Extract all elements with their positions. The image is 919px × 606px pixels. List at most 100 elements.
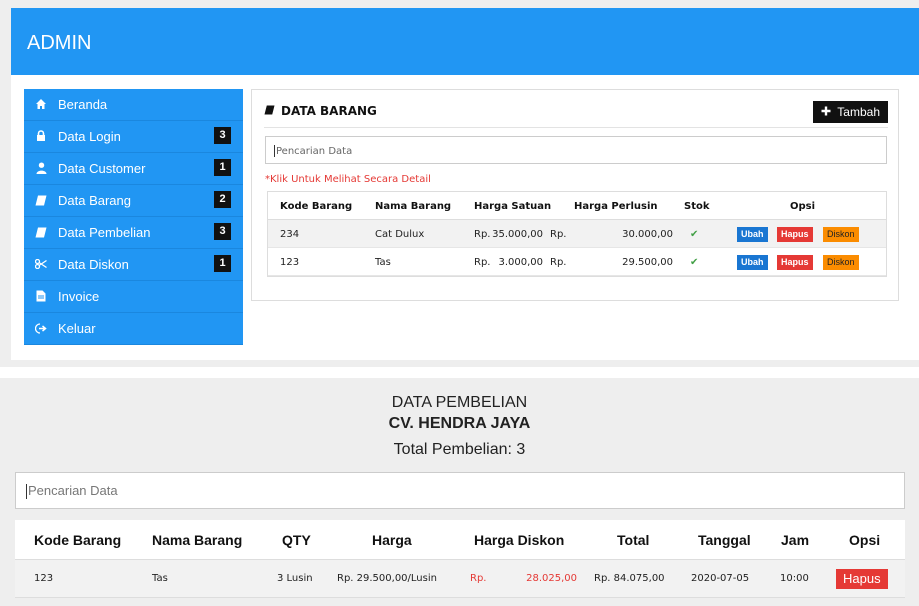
search-input[interactable]: Pencarian Data bbox=[265, 136, 887, 164]
table-header: Kode Barang Nama Barang QTY Harga Harga … bbox=[15, 520, 905, 560]
divider bbox=[264, 127, 888, 128]
add-button-label: Tambah bbox=[837, 105, 880, 119]
sidebar-item-invoice[interactable]: Invoice bbox=[24, 281, 243, 313]
sidebar-item-label: Keluar bbox=[58, 321, 96, 336]
plus-icon bbox=[821, 105, 831, 119]
column-header: Jam bbox=[781, 532, 810, 548]
discount-button[interactable]: Diskon bbox=[823, 227, 859, 242]
check-icon: ✔ bbox=[690, 229, 699, 240]
cell-currency: Rp. bbox=[474, 229, 491, 240]
cell-total: Rp. 84.075,00 bbox=[594, 573, 665, 584]
book-icon bbox=[34, 225, 48, 239]
column-header: Kode Barang bbox=[280, 201, 353, 212]
count-badge: 1 bbox=[214, 159, 231, 176]
delete-button[interactable]: Hapus bbox=[836, 569, 888, 589]
book-icon bbox=[264, 104, 275, 118]
search-placeholder: Pencarian Data bbox=[28, 483, 118, 498]
sidebar-item-data-diskon[interactable]: Data Diskon 1 bbox=[24, 249, 243, 281]
column-header: Harga Perlusin bbox=[574, 201, 658, 212]
page-title: DATA PEMBELIAN bbox=[391, 394, 528, 411]
total-pembelian: Total Pembelian: 3 bbox=[393, 441, 526, 458]
sidebar-item-keluar[interactable]: Keluar bbox=[24, 313, 243, 345]
check-icon: ✔ bbox=[690, 257, 699, 268]
cell-nama: Cat Dulux bbox=[375, 229, 425, 240]
cell-harga-perlusin: 30.000,00 bbox=[622, 229, 673, 240]
cell-kode: 123 bbox=[280, 257, 300, 268]
column-header: Opsi bbox=[790, 201, 816, 212]
company-name: CV. HENDRA JAYA bbox=[388, 415, 531, 432]
home-icon bbox=[34, 97, 48, 111]
column-header: Kode Barang bbox=[34, 532, 122, 548]
sidebar-item-label: Data Customer bbox=[58, 161, 146, 176]
column-header: Nama Barang bbox=[375, 201, 452, 212]
column-header: Opsi bbox=[849, 532, 881, 548]
data-barang-panel: DATA BARANG Tambah Pencarian Data *Klik … bbox=[251, 89, 899, 301]
discount-button[interactable]: Diskon bbox=[823, 255, 859, 270]
count-badge: 3 bbox=[214, 223, 231, 240]
table-row[interactable]: 123 Tas 3 Lusin Rp. 29.500,00/Lusin Rp. … bbox=[15, 560, 905, 598]
delete-button[interactable]: Hapus bbox=[777, 227, 813, 242]
logout-icon bbox=[34, 321, 48, 335]
search-placeholder: Pencarian Data bbox=[276, 146, 353, 157]
pembelian-table: Kode Barang Nama Barang QTY Harga Harga … bbox=[15, 520, 905, 598]
cell-harga-diskon: 28.025,00 bbox=[526, 573, 577, 584]
scissors-icon bbox=[34, 257, 48, 271]
sidebar-item-data-pembelian[interactable]: Data Pembelian 3 bbox=[24, 217, 243, 249]
edit-button[interactable]: Ubah bbox=[737, 255, 768, 270]
sidebar-item-data-barang[interactable]: Data Barang 2 bbox=[24, 185, 243, 217]
sidebar-item-data-customer[interactable]: Data Customer 1 bbox=[24, 153, 243, 185]
cell-currency: Rp. bbox=[550, 257, 567, 268]
app-header: ADMIN bbox=[11, 8, 919, 75]
cell-tanggal: 2020-07-05 bbox=[691, 573, 750, 584]
column-header: QTY bbox=[282, 532, 311, 548]
sidebar-item-beranda[interactable]: Beranda bbox=[24, 89, 243, 121]
cell-harga-satuan: 35.000,00 bbox=[492, 229, 543, 240]
column-header: Harga Satuan bbox=[474, 201, 552, 212]
sidebar-item-label: Data Barang bbox=[58, 193, 131, 208]
cell-nama: Tas bbox=[375, 257, 391, 268]
table-row[interactable]: 123 Tas Rp. 3.000,00 Rp. 29.500,00 ✔ Uba… bbox=[268, 248, 886, 276]
cell-currency: Rp. bbox=[470, 573, 487, 584]
sidebar-item-data-login[interactable]: Data Login 3 bbox=[24, 121, 243, 153]
edit-button[interactable]: Ubah bbox=[737, 227, 768, 242]
column-header: Harga bbox=[372, 532, 412, 548]
cell-kode: 123 bbox=[34, 573, 54, 584]
user-icon bbox=[34, 161, 48, 175]
text-cursor bbox=[26, 484, 27, 500]
detail-hint: *Klik Untuk Melihat Secara Detail bbox=[265, 174, 431, 185]
app-title: ADMIN bbox=[27, 32, 92, 54]
column-header: Harga Diskon bbox=[474, 532, 565, 548]
sidebar-item-label: Invoice bbox=[58, 289, 100, 304]
cell-harga-satuan: 3.000,00 bbox=[498, 257, 543, 268]
column-header: Nama Barang bbox=[152, 532, 243, 548]
text-cursor bbox=[274, 145, 275, 157]
sidebar-item-label: Beranda bbox=[58, 97, 108, 112]
section-title: DATA BARANG bbox=[264, 104, 377, 118]
delete-button[interactable]: Hapus bbox=[777, 255, 813, 270]
sidebar-item-label: Data Pembelian bbox=[58, 225, 151, 240]
search-input[interactable]: Pencarian Data bbox=[15, 472, 905, 509]
sidebar-item-label: Data Diskon bbox=[58, 257, 129, 272]
column-header: Tanggal bbox=[698, 532, 751, 548]
table-header: Kode Barang Nama Barang Harga Satuan Har… bbox=[268, 192, 886, 220]
count-badge: 2 bbox=[214, 191, 231, 208]
column-header: Stok bbox=[684, 201, 710, 212]
section-title-text: DATA BARANG bbox=[281, 104, 377, 118]
barang-table: Kode Barang Nama Barang Harga Satuan Har… bbox=[267, 191, 887, 277]
file-icon bbox=[34, 289, 48, 303]
add-button[interactable]: Tambah bbox=[813, 101, 888, 123]
count-badge: 1 bbox=[214, 255, 231, 272]
lock-icon bbox=[34, 129, 48, 143]
cell-harga: Rp. 29.500,00/Lusin bbox=[337, 573, 437, 584]
column-header: Total bbox=[617, 532, 650, 548]
cell-qty: 3 Lusin bbox=[277, 573, 313, 584]
table-row[interactable]: 234 Cat Dulux Rp. 35.000,00 Rp. 30.000,0… bbox=[268, 220, 886, 248]
sidebar: Beranda Data Login 3 Data Customer 1 Dat… bbox=[24, 89, 243, 345]
cell-currency: Rp. bbox=[550, 229, 567, 240]
cell-jam: 10:00 bbox=[780, 573, 809, 584]
data-pembelian-panel: DATA PEMBELIAN CV. HENDRA JAYA Total Pem… bbox=[0, 378, 919, 606]
cell-harga-perlusin: 29.500,00 bbox=[622, 257, 673, 268]
cell-currency: Rp. bbox=[474, 257, 491, 268]
cell-kode: 234 bbox=[280, 229, 300, 240]
book-icon bbox=[34, 193, 48, 207]
